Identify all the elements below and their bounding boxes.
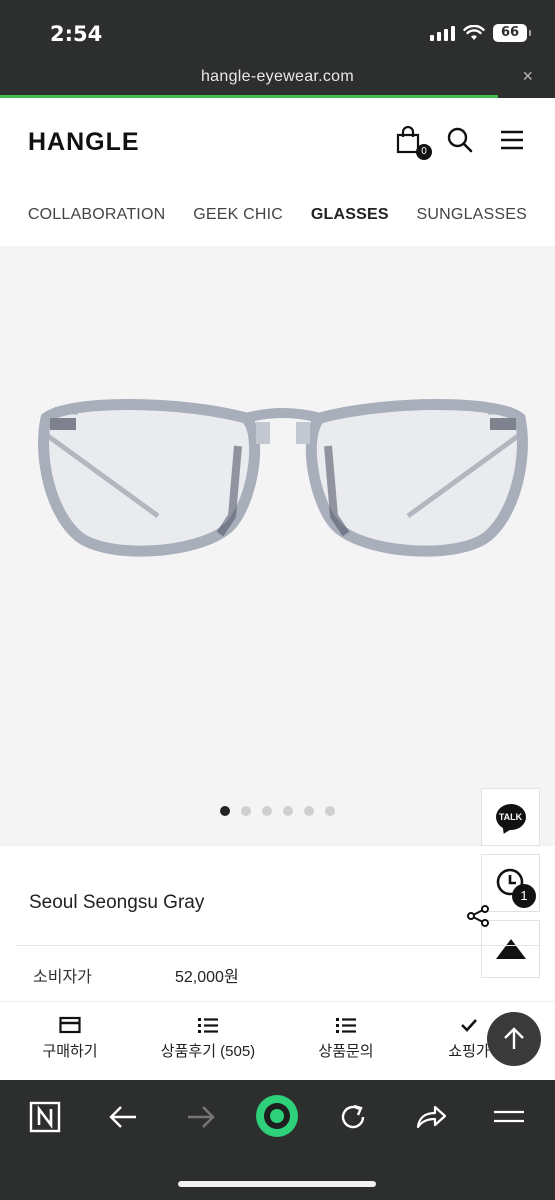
share-icon[interactable] (466, 905, 490, 927)
site-header: HANGLE 0 COLLABORATION GEEK CHIC GLASSES… (0, 98, 555, 246)
product-name: Seoul Seongsu Gray (29, 892, 205, 913)
arrow-up-icon (504, 1027, 524, 1049)
search-icon (447, 127, 473, 153)
naver-home-button[interactable] (28, 1100, 62, 1134)
tab-inquiry[interactable]: 상품문의 (314, 1016, 378, 1061)
wifi-icon (463, 25, 485, 40)
arrow-right-icon (188, 1106, 215, 1128)
talk-chat-icon: TALK (495, 804, 526, 830)
check-icon (461, 1019, 477, 1032)
category-sunglasses[interactable]: SUNGLASSES (417, 206, 527, 224)
search-button[interactable] (446, 126, 476, 156)
site-logo[interactable]: HANGLE (28, 128, 140, 157)
category-glasses[interactable]: GLASSES (311, 206, 389, 224)
browser-top-bar: 2:54 66 hangle-eyewear.com × (0, 0, 555, 98)
status-icons: 66 (430, 24, 531, 42)
price-label: 소비자가 (33, 969, 92, 986)
tab-purchase-label: 구매하기 (42, 1043, 98, 1060)
cart-button[interactable]: 0 (396, 125, 432, 160)
cellular-signal-icon (430, 25, 455, 41)
price-row: 소비자가 52,000원 (15, 945, 540, 1001)
tab-reviews[interactable]: 상품후기 (505) (150, 1016, 266, 1061)
product-image-gallery[interactable] (0, 246, 555, 846)
menu-button[interactable] (499, 126, 529, 156)
browser-menu-button[interactable] (492, 1100, 526, 1134)
back-button[interactable] (106, 1100, 140, 1134)
reload-icon (341, 1104, 365, 1129)
gallery-dot[interactable] (262, 806, 272, 816)
url-bar[interactable]: hangle-eyewear.com (0, 68, 555, 86)
close-icon[interactable]: × (522, 66, 533, 87)
battery-icon: 66 (493, 24, 531, 42)
product-tab-bar: 구매하기 상품후기 (505) 상품문의 쇼핑가 (0, 1001, 555, 1080)
naver-n-icon (29, 1101, 61, 1133)
recent-viewed-count-badge: 1 (512, 884, 536, 908)
home-indicator[interactable] (178, 1181, 376, 1187)
category-collaboration[interactable]: COLLABORATION (28, 206, 165, 224)
category-geek-chic[interactable]: GEEK CHIC (193, 206, 283, 224)
gallery-dot[interactable] (283, 806, 293, 816)
gallery-dot[interactable] (325, 806, 335, 816)
status-time: 2:54 (50, 22, 103, 46)
tab-shopping-cart-label: 쇼핑가 (448, 1043, 490, 1060)
category-nav: COLLABORATION GEEK CHIC GLASSES SUNGLASS… (0, 206, 555, 224)
price-value: 52,000원 (175, 969, 239, 986)
green-dot-button[interactable] (255, 1094, 299, 1138)
green-dot-icon (256, 1095, 298, 1137)
hamburger-menu-icon (501, 130, 523, 150)
card-icon (59, 1016, 81, 1034)
arrow-left-icon (109, 1106, 136, 1128)
share-arrow-icon (416, 1105, 447, 1129)
cart-count-badge: 0 (416, 144, 432, 160)
gallery-pagination (0, 806, 555, 816)
gallery-dot[interactable] (241, 806, 251, 816)
gallery-dot[interactable] (220, 806, 230, 816)
product-image-glasses (38, 399, 528, 557)
forward-button[interactable] (184, 1100, 218, 1134)
tab-purchase[interactable]: 구매하기 (38, 1016, 102, 1061)
gallery-dot[interactable] (304, 806, 314, 816)
tab-inquiry-label: 상품문의 (318, 1043, 374, 1060)
list-icon (336, 1018, 356, 1033)
reload-button[interactable] (336, 1100, 370, 1134)
kakao-talk-button[interactable]: TALK (481, 788, 540, 846)
share-page-button[interactable] (414, 1100, 448, 1134)
menu-lines-icon (494, 1110, 524, 1123)
scroll-to-top-button[interactable] (487, 1012, 541, 1066)
tab-reviews-label: 상품후기 (505) (160, 1043, 256, 1060)
list-icon (198, 1018, 218, 1033)
